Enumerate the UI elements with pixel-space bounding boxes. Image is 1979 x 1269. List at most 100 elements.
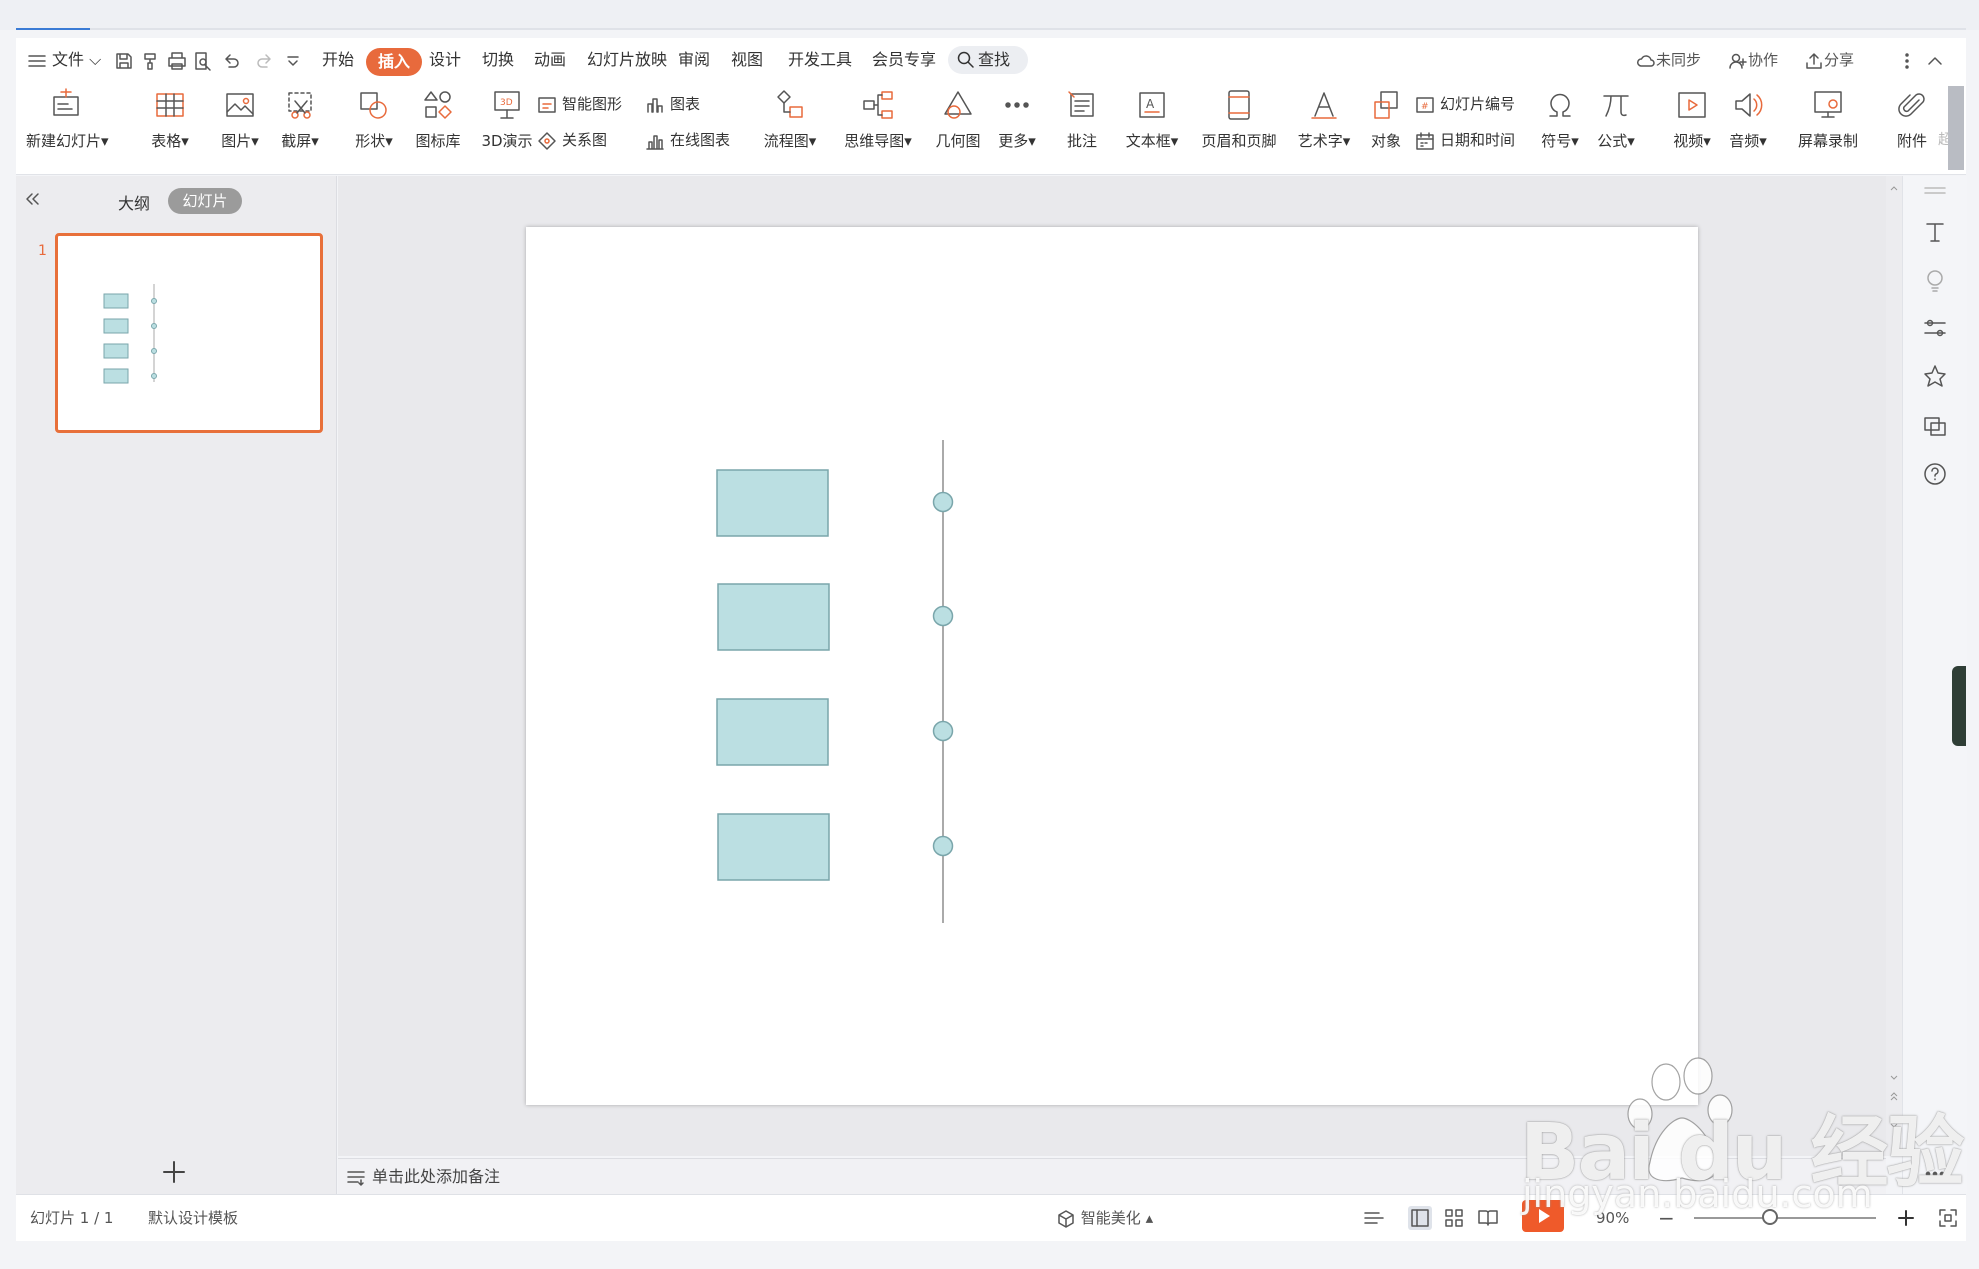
notes-view-icon[interactable] <box>1362 1206 1386 1230</box>
zoom-in-icon[interactable] <box>1894 1206 1918 1230</box>
smart-graphic-button[interactable]: 智能图形 <box>536 90 622 118</box>
screen-record-button[interactable]: 屏幕录制 <box>1792 88 1864 168</box>
3d-demo-button[interactable]: 3D 3D演示 <box>476 88 538 168</box>
slide-thumbnail-number: 1 <box>38 243 47 259</box>
tab-transition[interactable]: 切换 <box>482 38 514 82</box>
tab-outline[interactable]: 大纲 <box>118 190 150 214</box>
new-slide-icon <box>49 88 83 122</box>
grid-view-icon[interactable] <box>1442 1206 1466 1230</box>
geometry-button[interactable]: 几何图 <box>930 88 986 168</box>
svg-text:#: # <box>1421 102 1429 112</box>
shapes-icon <box>357 88 391 122</box>
tab-home[interactable]: 开始 <box>322 38 354 82</box>
template-name[interactable]: 默认设计模板 <box>148 1195 238 1241</box>
share-button[interactable]: 分享 <box>1804 38 1854 82</box>
adjust-sliders-icon[interactable] <box>1921 314 1949 342</box>
textbox-button[interactable]: A 文本框▾ <box>1122 88 1182 168</box>
sidebar-grip-icon <box>1924 186 1946 196</box>
table-button[interactable]: 表格▾ <box>148 88 192 168</box>
customize-toolbar-icon[interactable] <box>282 50 304 72</box>
tab-slides[interactable]: 幻灯片 <box>168 188 242 214</box>
textbox-icon: A <box>1135 88 1169 122</box>
document-tab-line <box>16 28 1966 30</box>
mindmap-button[interactable]: 思维导图▾ <box>840 88 916 168</box>
tab-developer[interactable]: 开发工具 <box>788 38 852 82</box>
collaborate-button[interactable]: 协作 <box>1728 38 1778 82</box>
save-icon[interactable] <box>113 50 135 72</box>
video-button[interactable]: 视频▾ <box>1670 88 1714 168</box>
search-box[interactable]: 查找 <box>948 46 1028 74</box>
comment-button[interactable]: 批注 <box>1062 88 1102 168</box>
help-icon[interactable] <box>1921 460 1949 488</box>
slide-canvas[interactable] <box>526 227 1698 1105</box>
tab-design[interactable]: 设计 <box>429 38 461 82</box>
object-button[interactable]: 对象 <box>1366 88 1406 168</box>
header-footer-icon <box>1222 88 1256 122</box>
attachment-button[interactable]: 附件 <box>1892 88 1932 168</box>
undo-icon[interactable] <box>220 50 242 72</box>
wordart-button[interactable]: 艺术字▾ <box>1292 88 1356 168</box>
sync-status[interactable]: 未同步 <box>1636 38 1701 82</box>
tab-member[interactable]: 会员专享 <box>872 38 936 82</box>
smart-beautify-button[interactable]: 智能美化 ▴ <box>1056 1195 1153 1241</box>
pi-icon <box>1599 88 1633 122</box>
smart-graphic-icon <box>536 94 558 116</box>
print-icon[interactable] <box>166 50 188 72</box>
lightbulb-icon[interactable] <box>1921 266 1949 294</box>
tab-insert[interactable]: 插入 <box>366 48 423 76</box>
svg-text:3D: 3D <box>500 98 513 108</box>
date-time-button[interactable]: 日期和时间 <box>1414 126 1515 154</box>
header-footer-button[interactable]: 页眉和页脚 <box>1196 88 1282 168</box>
ribbon-scroll-arrow[interactable] <box>1948 86 1964 170</box>
screenshot-button[interactable]: 截屏▾ <box>278 88 322 168</box>
timeline-node-3 <box>932 720 954 742</box>
user-add-icon <box>1728 51 1748 71</box>
slide-transition-icon[interactable] <box>1921 412 1949 440</box>
icon-library-button[interactable]: 图标库 <box>412 88 464 168</box>
bar-chart-icon <box>644 94 666 116</box>
slide-content <box>716 440 954 923</box>
relation-graph-button[interactable]: 关系图 <box>536 126 607 154</box>
tab-slideshow[interactable]: 幻灯片放映 <box>587 38 667 82</box>
more-vertical-icon[interactable] <box>1896 50 1918 72</box>
collapse-ribbon-icon[interactable] <box>1924 50 1946 72</box>
redo-icon[interactable] <box>254 50 276 72</box>
mindmap-icon <box>861 88 895 122</box>
online-chart-button[interactable]: 在线图表 <box>644 126 730 154</box>
reading-view-icon[interactable] <box>1476 1206 1500 1230</box>
text-format-icon[interactable] <box>1921 218 1949 246</box>
more-dots-icon <box>1000 88 1034 122</box>
picture-icon <box>223 88 257 122</box>
normal-view-icon[interactable] <box>1408 1206 1432 1230</box>
timeline-node-1 <box>932 491 954 513</box>
shape-button[interactable]: 形状▾ <box>352 88 396 168</box>
slide-count: 幻灯片 1 / 1 <box>30 1209 114 1227</box>
fit-window-icon[interactable] <box>1936 1206 1960 1230</box>
new-slide-button[interactable]: 新建幻灯片▾ <box>26 88 109 168</box>
tab-animation[interactable]: 动画 <box>534 38 566 82</box>
file-menu[interactable]: 文件 ⌵ <box>52 38 101 82</box>
slide-number-button[interactable]: # 幻灯片编号 <box>1414 90 1515 118</box>
picture-button[interactable]: 图片▾ <box>218 88 262 168</box>
slide-thumbnail[interactable] <box>55 233 323 433</box>
vertical-scrollbar[interactable] <box>1886 176 1902 1156</box>
hamburger-icon[interactable] <box>26 50 48 72</box>
collapse-panel-icon[interactable] <box>22 188 44 210</box>
formula-button[interactable]: 公式▾ <box>1594 88 1638 168</box>
share-icon <box>1804 51 1824 71</box>
chart-button[interactable]: 图表 <box>644 90 700 118</box>
flowchart-button[interactable]: 流程图▾ <box>760 88 820 168</box>
tab-review[interactable]: 审阅 <box>678 38 710 82</box>
audio-button[interactable]: 音频▾ <box>1726 88 1770 168</box>
more-button[interactable]: 更多▾ <box>992 88 1042 168</box>
paperclip-icon <box>1895 88 1929 122</box>
timeline-box-4 <box>717 813 830 881</box>
star-effect-icon[interactable] <box>1921 362 1949 390</box>
side-handle[interactable] <box>1952 666 1966 746</box>
add-slide-icon[interactable] <box>160 1158 188 1186</box>
format-painter-icon[interactable] <box>140 50 162 72</box>
watermark-url: jingyan.baidu.com <box>1522 1172 1873 1216</box>
print-preview-icon[interactable] <box>192 50 214 72</box>
tab-view[interactable]: 视图 <box>731 38 763 82</box>
symbol-button[interactable]: 符号▾ <box>1538 88 1582 168</box>
